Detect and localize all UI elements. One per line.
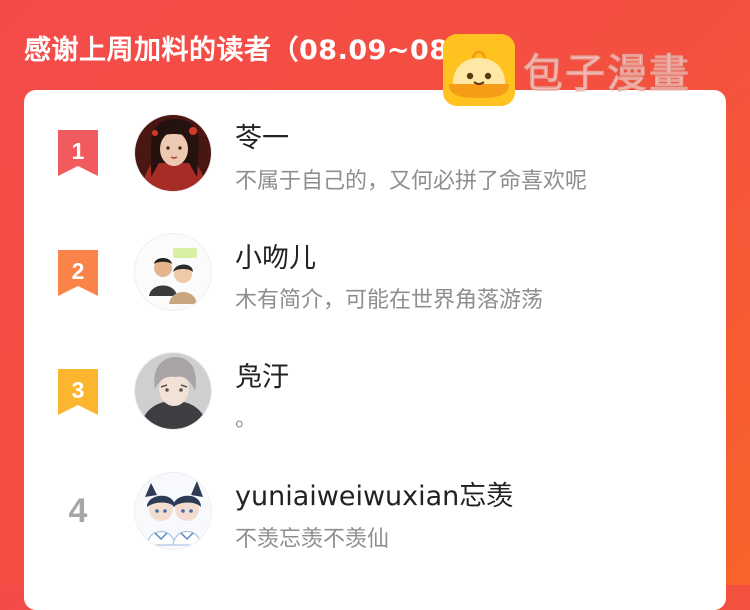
reader-list-card: 1 苓一 不属于自己的，又何必拼了命喜欢呢 2 小吻儿 木有简介，可能在世界角落… xyxy=(24,90,726,610)
reader-description: 不属于自己的，又何必拼了命喜欢呢 xyxy=(235,169,588,194)
avatar[interactable] xyxy=(134,472,212,550)
list-item[interactable]: 2 小吻儿 木有简介，可能在世界角落游荡 xyxy=(24,223,726,323)
rank-number: 4 xyxy=(68,492,88,530)
list-item[interactable]: 3 凫汙 。 xyxy=(24,343,726,443)
baozi-logo-icon xyxy=(443,34,515,106)
rank-ribbon-icon: 1 xyxy=(58,130,98,176)
rank-number: 2 xyxy=(71,258,85,284)
watermark: 包子漫畫 xyxy=(443,34,691,106)
avatar[interactable] xyxy=(134,233,212,311)
reader-name: yuniaiweiwuxian忘羡 xyxy=(235,481,514,512)
list-item[interactable]: 1 苓一 不属于自己的，又何必拼了命喜欢呢 xyxy=(24,104,726,204)
rank-number: 3 xyxy=(71,377,85,403)
list-item[interactable]: 4 yuniaiweiwuxian忘羡 不羡忘羡不羡仙 xyxy=(24,462,726,562)
reader-name: 苓一 xyxy=(235,123,289,154)
watermark-text: 包子漫畫 xyxy=(523,51,691,98)
reader-name: 小吻儿 xyxy=(235,243,316,274)
rank-ribbon-icon: 3 xyxy=(58,369,98,415)
rank-ribbon-icon: 2 xyxy=(58,250,98,296)
reader-description: 木有简介，可能在世界角落游荡 xyxy=(235,288,544,313)
rank-number: 1 xyxy=(71,138,85,164)
reader-name: 凫汙 xyxy=(235,362,289,393)
reader-description: 。 xyxy=(235,407,258,432)
avatar[interactable] xyxy=(134,114,212,192)
avatar[interactable] xyxy=(134,352,212,430)
reader-description: 不羡忘羡不羡仙 xyxy=(235,527,390,552)
